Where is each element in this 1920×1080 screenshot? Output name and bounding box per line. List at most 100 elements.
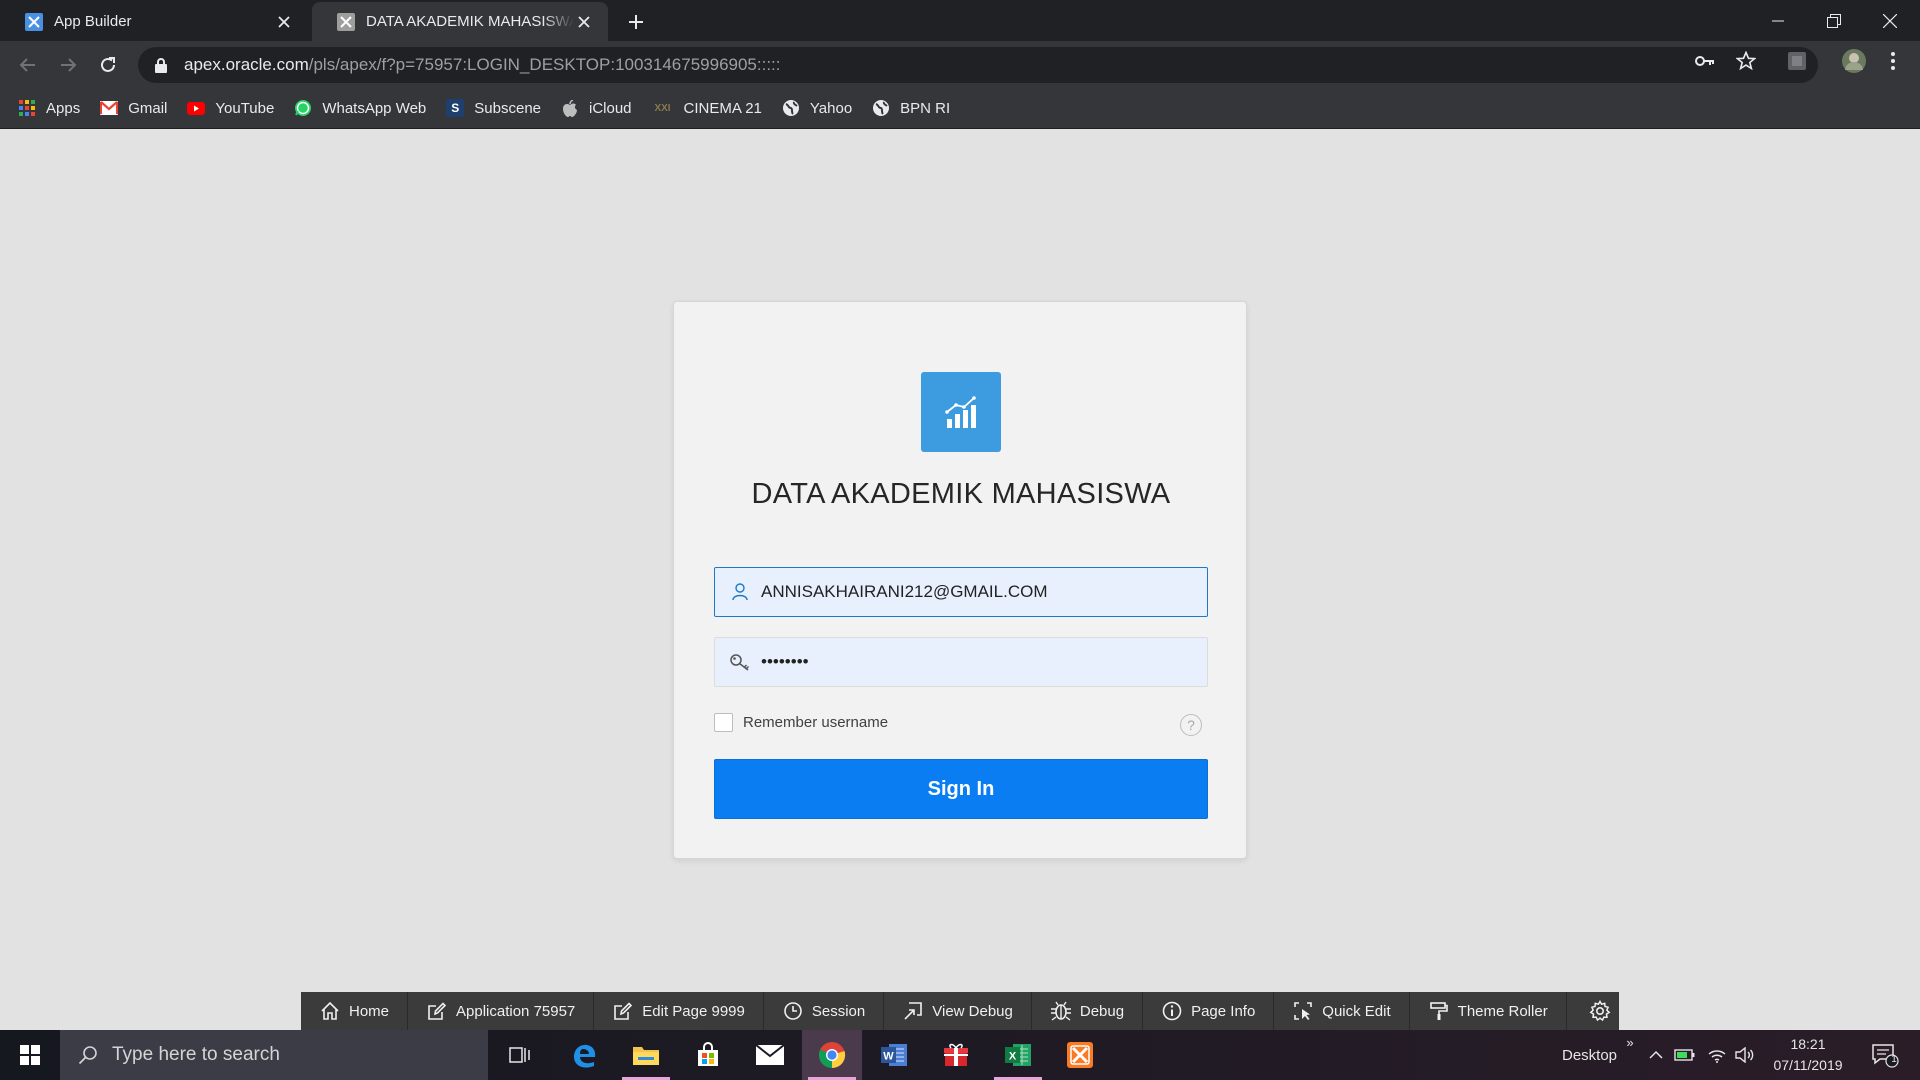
dev-button-label: Home xyxy=(349,1002,390,1020)
info-icon xyxy=(1161,1000,1183,1022)
help-icon[interactable]: ? xyxy=(1180,714,1202,736)
reload-icon[interactable] xyxy=(94,51,122,79)
svg-text:W: W xyxy=(883,1051,894,1063)
bookmark-subscene[interactable]: S Subscene xyxy=(446,99,541,117)
word-icon[interactable]: W xyxy=(864,1030,924,1080)
bookmark-label: Apps xyxy=(46,99,81,117)
dev-home-button[interactable]: Home xyxy=(301,992,409,1030)
password-input[interactable] xyxy=(761,652,1201,672)
bookmark-label: YouTube xyxy=(215,99,275,117)
bookmark-label: iCloud xyxy=(589,99,632,117)
bookmark-whatsapp[interactable]: WhatsApp Web xyxy=(294,99,426,117)
paint-roller-icon xyxy=(1428,1000,1450,1022)
dev-application-button[interactable]: Application 75957 xyxy=(408,992,595,1030)
dev-button-label: View Debug xyxy=(932,1002,1013,1020)
wifi-icon[interactable] xyxy=(1706,1043,1728,1067)
star-icon[interactable] xyxy=(1735,50,1757,72)
kebab-menu-icon[interactable] xyxy=(1882,50,1904,72)
bookmark-youtube[interactable]: YouTube xyxy=(187,99,274,117)
microsoft-store-icon[interactable] xyxy=(678,1030,738,1080)
bookmark-gmail[interactable]: Gmail xyxy=(100,99,167,117)
notification-center-icon[interactable]: 1 xyxy=(1870,1043,1900,1068)
tab-data-akademik[interactable]: DATA AKADEMIK MAHASISWA - xyxy=(312,2,608,41)
window-close-icon[interactable] xyxy=(1862,0,1918,41)
remember-checkbox[interactable] xyxy=(714,713,733,732)
dev-view-debug-button[interactable]: View Debug xyxy=(884,992,1032,1030)
windows-taskbar: Type here to search W X Desktop » 18:21 … xyxy=(0,1030,1920,1080)
gift-app-icon[interactable] xyxy=(926,1030,986,1080)
close-icon[interactable] xyxy=(574,12,594,32)
dev-edit-page-button[interactable]: Edit Page 9999 xyxy=(594,992,764,1030)
dev-debug-button[interactable]: Debug xyxy=(1032,992,1144,1030)
task-view-icon[interactable] xyxy=(490,1030,550,1080)
minimize-icon[interactable] xyxy=(1750,0,1806,41)
bookmark-label: Gmail xyxy=(128,99,168,117)
user-icon xyxy=(729,581,751,603)
file-explorer-icon[interactable] xyxy=(616,1030,676,1080)
key-icon[interactable] xyxy=(1694,50,1716,72)
username-input[interactable] xyxy=(761,582,1201,602)
remember-username[interactable]: Remember username xyxy=(714,713,888,732)
quick-edit-icon xyxy=(1292,1000,1314,1022)
bookmark-apps[interactable]: Apps xyxy=(18,99,80,117)
chevron-up-icon[interactable] xyxy=(1645,1043,1667,1067)
dev-button-label: Application 75957 xyxy=(456,1002,576,1020)
close-icon[interactable] xyxy=(274,12,294,32)
profile-avatar[interactable] xyxy=(1840,47,1868,75)
xxi-icon: XXI xyxy=(654,102,671,114)
edge-browser-icon[interactable] xyxy=(554,1030,614,1080)
clock-date: 07/11/2019 xyxy=(1773,1057,1843,1073)
browser-toolbar: apex.oracle.com/pls/apex/f?p=75957:LOGIN… xyxy=(0,41,1920,88)
tab-title: DATA AKADEMIK MAHASISWA - xyxy=(366,13,574,30)
taskbar-clock[interactable]: 18:21 07/11/2019 xyxy=(1760,1034,1856,1076)
taskbar-search-box[interactable]: Type here to search xyxy=(60,1030,488,1080)
volume-icon[interactable] xyxy=(1734,1043,1756,1067)
clock-icon xyxy=(782,1000,804,1022)
excel-icon[interactable]: X xyxy=(988,1030,1048,1080)
gear-icon xyxy=(1589,1000,1611,1022)
dev-button-label: Debug xyxy=(1079,1002,1125,1020)
sign-in-button[interactable]: Sign In xyxy=(714,759,1208,819)
dev-settings-button[interactable] xyxy=(1567,992,1633,1030)
apex-developer-toolbar: Home Application 75957 Edit Page 9999 Se… xyxy=(301,992,1619,1030)
bookmark-yahoo[interactable]: Yahoo xyxy=(782,99,852,117)
taskbar-search-placeholder: Type here to search xyxy=(112,1044,280,1065)
view-debug-icon xyxy=(902,1000,924,1022)
url-path: /pls/apex/f?p=75957:LOGIN_DESKTOP:100314… xyxy=(308,55,781,74)
username-field[interactable] xyxy=(714,567,1208,617)
bookmarks-bar: Apps Gmail YouTube WhatsApp Web S Subsce… xyxy=(0,88,1920,129)
bookmark-bpn-ri[interactable]: BPN RI xyxy=(872,99,950,117)
lock-icon xyxy=(152,56,170,74)
mail-icon[interactable] xyxy=(740,1030,800,1080)
bookmark-cinema21[interactable]: XXI CINEMA 21 xyxy=(652,99,761,117)
edit-page-icon xyxy=(612,1000,634,1022)
whatsapp-icon xyxy=(294,99,312,117)
extension-icon[interactable] xyxy=(1786,50,1808,72)
home-icon xyxy=(319,1000,341,1022)
restore-icon[interactable] xyxy=(1806,0,1862,41)
new-tab-plus-icon[interactable] xyxy=(622,8,650,36)
apex-app-icon xyxy=(336,12,356,32)
bookmark-label: WhatsApp Web xyxy=(322,99,427,117)
address-bar[interactable]: apex.oracle.com/pls/apex/f?p=75957:LOGIN… xyxy=(138,47,1818,83)
remember-label: Remember username xyxy=(743,714,889,731)
xampp-icon[interactable] xyxy=(1050,1030,1110,1080)
dev-session-button[interactable]: Session xyxy=(764,992,885,1030)
youtube-icon xyxy=(187,99,206,117)
dev-page-info-button[interactable]: Page Info xyxy=(1143,992,1275,1030)
tab-app-builder[interactable]: App Builder xyxy=(0,2,308,41)
back-arrow-icon[interactable] xyxy=(14,51,42,79)
windows-start-icon[interactable] xyxy=(0,1030,60,1080)
desktop-toolbar-label[interactable]: Desktop xyxy=(1562,1030,1617,1080)
dev-button-label: Theme Roller xyxy=(1457,1002,1548,1020)
chrome-icon[interactable] xyxy=(802,1030,862,1080)
bookmark-icloud[interactable]: iCloud xyxy=(561,99,632,117)
dev-quick-edit-button[interactable]: Quick Edit xyxy=(1274,992,1410,1030)
forward-arrow-icon[interactable] xyxy=(54,51,82,79)
double-chevron-icon[interactable]: » xyxy=(1622,1034,1638,1050)
password-field[interactable] xyxy=(714,637,1208,687)
battery-icon[interactable] xyxy=(1674,1043,1696,1067)
tab-title: App Builder xyxy=(54,13,132,30)
dev-button-label: Quick Edit xyxy=(1322,1002,1391,1020)
dev-theme-roller-button[interactable]: Theme Roller xyxy=(1410,992,1567,1030)
